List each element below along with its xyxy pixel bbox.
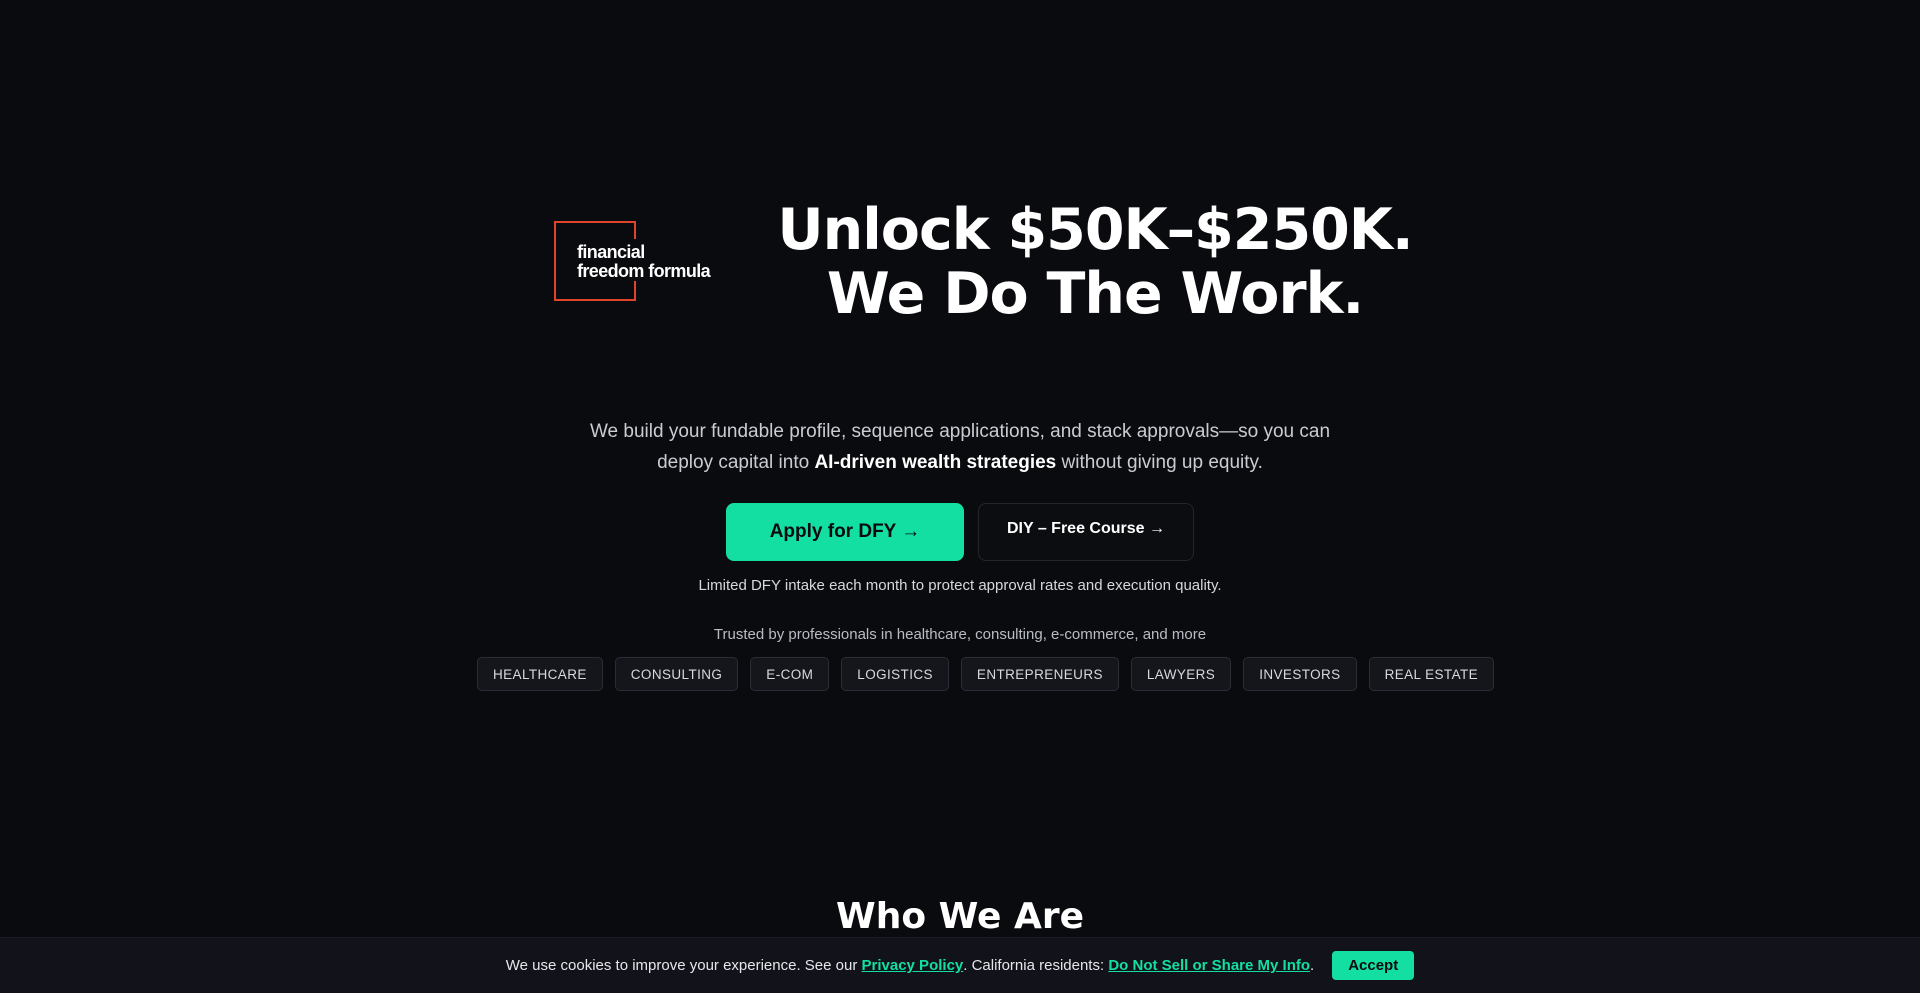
logo-line-2: freedom formula	[577, 261, 711, 281]
tag-investors: INVESTORS	[1243, 657, 1357, 691]
logo-line-1: financial	[577, 242, 645, 262]
cookie-banner: We use cookies to improve your experienc…	[0, 937, 1920, 993]
landing-page: financial freedom formula Unlock $50K–$2…	[0, 0, 1920, 993]
apply-dfy-button[interactable]: Apply for DFY →	[726, 503, 964, 561]
cookie-message: We use cookies to improve your experienc…	[506, 957, 1314, 974]
subtext-bold: AI-driven wealth strategies	[814, 452, 1057, 473]
logo[interactable]: financial freedom formula	[577, 242, 711, 281]
industry-tags: HEALTHCARE CONSULTING E-COM LOGISTICS EN…	[477, 657, 1495, 691]
tag-ecom: E-COM	[750, 657, 830, 691]
hero-subtext: We build your fundable profile, sequence…	[560, 416, 1360, 478]
tag-real-estate: REAL ESTATE	[1368, 657, 1495, 691]
cookie-text-1: We use cookies to improve your experienc…	[505, 957, 862, 974]
tag-consulting: CONSULTING	[614, 657, 739, 691]
cookie-accept-button[interactable]: Accept	[1332, 951, 1415, 980]
trusted-text: Trusted by professionals in healthcare, …	[713, 626, 1207, 643]
tag-entrepreneurs: ENTREPRENEURS	[960, 657, 1119, 691]
diy-free-course-button[interactable]: DIY – Free Course →	[978, 503, 1194, 561]
headline-line-1: Unlock $50K–$250K.	[777, 197, 1413, 263]
intake-note: Limited DFY intake each month to protect…	[698, 577, 1222, 594]
do-not-sell-link[interactable]: Do Not Sell or Share My Info	[1108, 957, 1310, 974]
headline-line-2: We Do The Work.	[826, 261, 1364, 327]
who-we-are-heading: Who We Are	[835, 896, 1084, 937]
subtext-part-2: without giving up equity.	[1056, 452, 1263, 473]
tag-lawyers: LAWYERS	[1130, 657, 1232, 691]
tag-logistics: LOGISTICS	[841, 657, 949, 691]
cookie-text-2: . California residents:	[963, 957, 1109, 974]
tag-healthcare: HEALTHCARE	[477, 657, 603, 691]
privacy-policy-link[interactable]: Privacy Policy	[862, 957, 964, 974]
cookie-text-3: .	[1310, 957, 1315, 974]
hero-headline: Unlock $50K–$250K. We Do The Work.	[760, 198, 1430, 326]
